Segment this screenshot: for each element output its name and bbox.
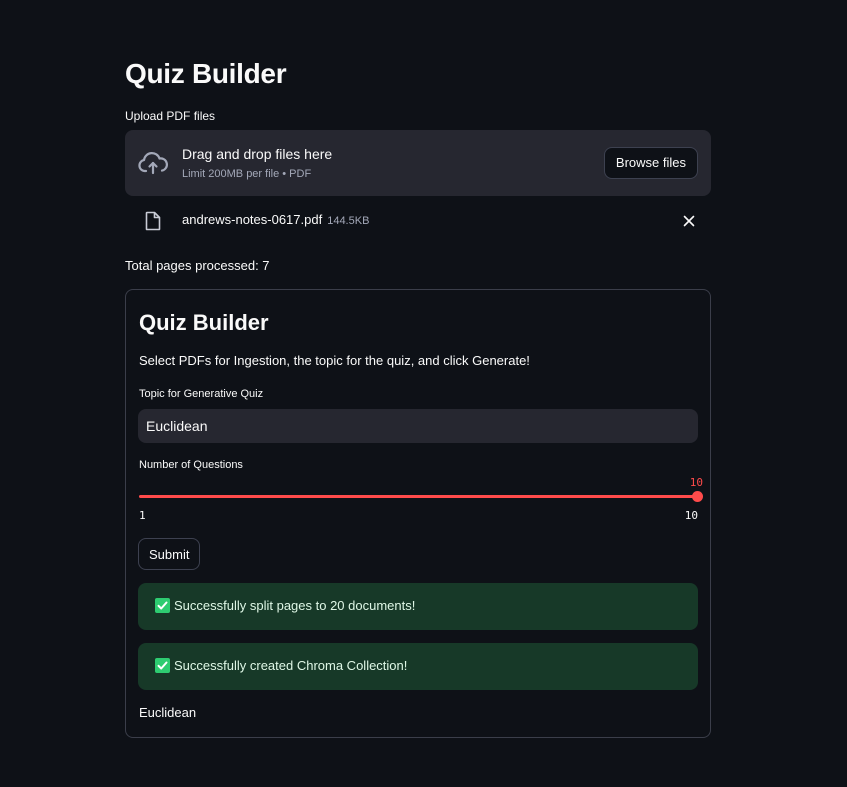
dropzone-instructions: Drag and drop files here bbox=[182, 146, 333, 162]
close-icon[interactable] bbox=[681, 213, 697, 229]
pages-processed-text: Total pages processed: 7 bbox=[125, 258, 270, 273]
alert-text: Successfully split pages to 20 documents… bbox=[174, 598, 416, 613]
file-name: andrews-notes-0617.pdf 144.5KB bbox=[182, 212, 369, 227]
cloud-upload-icon bbox=[137, 150, 169, 176]
slider-current-value: 10 bbox=[689, 476, 703, 489]
topic-input[interactable] bbox=[138, 409, 698, 443]
questions-slider-track[interactable] bbox=[139, 495, 698, 498]
quiz-form: Quiz Builder Select PDFs for Ingestion, … bbox=[125, 289, 711, 738]
file-size: 144.5KB bbox=[327, 215, 370, 227]
topic-label: Topic for Generative Quiz bbox=[139, 388, 264, 400]
browse-files-button[interactable]: Browse files bbox=[603, 147, 698, 179]
page-title: Quiz Builder bbox=[125, 58, 287, 89]
submit-button[interactable]: Submit bbox=[138, 538, 201, 570]
alert-text: Successfully created Chroma Collection! bbox=[174, 658, 408, 673]
checkmark-icon bbox=[155, 658, 170, 673]
result-text: Euclidean bbox=[139, 705, 197, 720]
slider-max-label: 10 bbox=[684, 509, 698, 522]
questions-slider-thumb[interactable] bbox=[692, 491, 703, 502]
file-icon bbox=[145, 211, 161, 231]
slider-min-label: 1 bbox=[139, 509, 146, 522]
success-alert: Successfully created Chroma Collection! bbox=[138, 643, 698, 690]
file-name-text: andrews-notes-0617.pdf bbox=[182, 212, 323, 227]
upload-label: Upload PDF files bbox=[125, 109, 216, 123]
dropzone-limit: Limit 200MB per file • PDF bbox=[182, 168, 312, 180]
form-title: Quiz Builder bbox=[139, 310, 269, 335]
questions-label: Number of Questions bbox=[139, 459, 243, 471]
form-description: Select PDFs for Ingestion, the topic for… bbox=[139, 353, 530, 368]
success-alert: Successfully split pages to 20 documents… bbox=[138, 583, 698, 630]
uploaded-file-row: andrews-notes-0617.pdf 144.5KB bbox=[125, 206, 711, 238]
checkmark-icon bbox=[155, 598, 170, 613]
file-dropzone[interactable]: Drag and drop files here Limit 200MB per… bbox=[125, 130, 711, 196]
